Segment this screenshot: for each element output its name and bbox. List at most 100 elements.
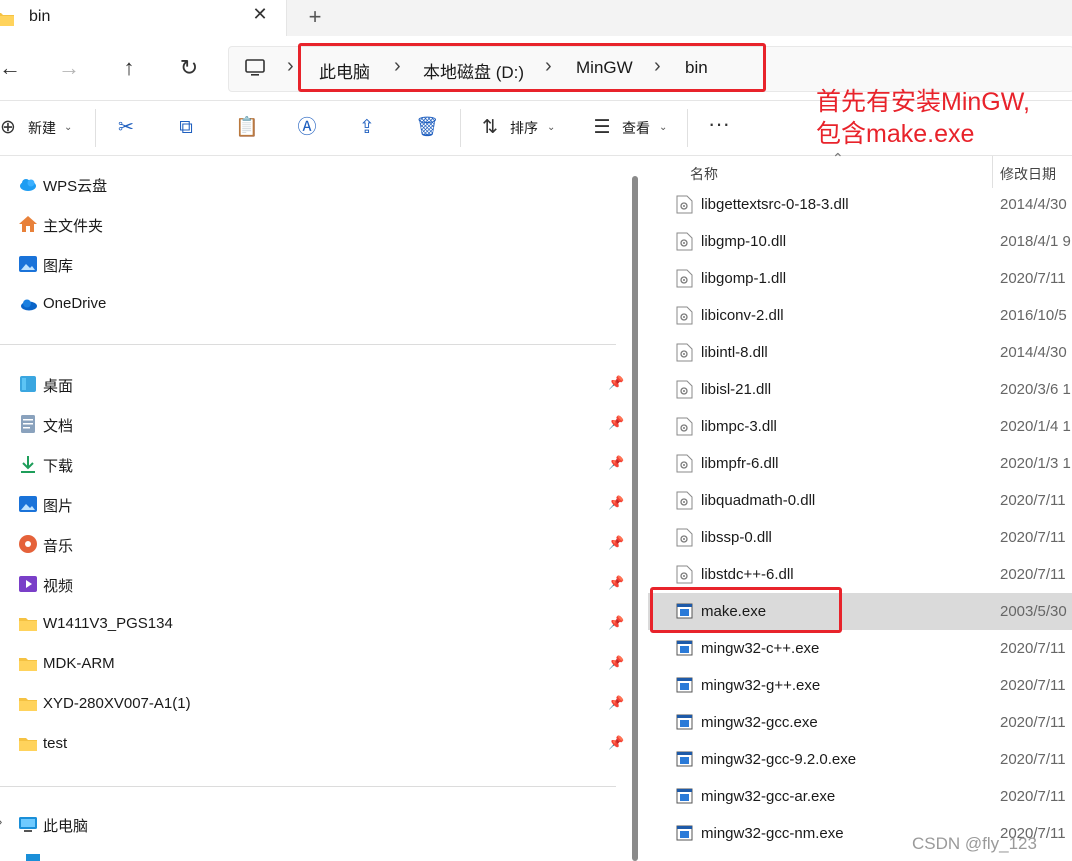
- sort-ascending-icon: ⌃: [832, 150, 844, 166]
- sidebar-item-desktop[interactable]: 桌面 📌: [0, 366, 630, 402]
- sidebar-item-label: MDK-ARM: [43, 655, 115, 672]
- sidebar-item-wps-cloud[interactable]: WPS云盘: [0, 166, 630, 202]
- column-header-date[interactable]: 修改日期: [1000, 164, 1056, 184]
- sort-button[interactable]: 排序: [510, 115, 538, 141]
- more-options-icon[interactable]: ···: [706, 111, 732, 137]
- file-row[interactable]: libmpc-3.dll 2020/1/4 1: [648, 408, 1072, 445]
- rename-icon[interactable]: Ⓐ: [294, 115, 320, 141]
- navigation-pane-scrollbar[interactable]: [632, 176, 638, 861]
- cut-icon[interactable]: ✂: [113, 115, 139, 141]
- sidebar-item-gallery[interactable]: 图库: [0, 246, 630, 282]
- toolbar-divider: [95, 109, 96, 147]
- view-icon[interactable]: ☰: [589, 115, 615, 141]
- expand-chevron-icon[interactable]: ›: [0, 814, 2, 829]
- sidebar-item-label: 图库: [43, 258, 74, 275]
- music-icon: [19, 535, 37, 553]
- new-plus-icon[interactable]: ⊕: [0, 115, 21, 141]
- file-row[interactable]: mingw32-gcc-ar.exe 2020/7/11: [648, 778, 1072, 815]
- pin-icon: 📌: [608, 375, 625, 390]
- sidebar-item-test[interactable]: test 📌: [0, 726, 630, 762]
- file-name: mingw32-g++.exe: [701, 677, 821, 694]
- exe-file-icon: [676, 714, 693, 730]
- home-icon: [19, 216, 37, 232]
- file-name: libstdc++-6.dll: [701, 566, 794, 583]
- sidebar-item-label: 主文件夹: [43, 218, 104, 235]
- watermark: CSDN @fly_123: [912, 834, 1037, 853]
- refresh-icon[interactable]: ↻: [173, 52, 205, 84]
- file-row[interactable]: libquadmath-0.dll 2020/7/11: [648, 482, 1072, 519]
- sidebar-item-label: OneDrive: [43, 295, 107, 312]
- file-name: libgmp-10.dll: [701, 233, 787, 250]
- paste-icon[interactable]: 📋: [234, 115, 260, 141]
- file-list: ⌃ 名称 修改日期 libgettextsrc-0-18-3.dll 2014/4…: [648, 150, 1072, 861]
- file-row[interactable]: libssp-0.dll 2020/7/11: [648, 519, 1072, 556]
- file-row[interactable]: mingw32-c++.exe 2020/7/11: [648, 630, 1072, 667]
- pin-icon: 📌: [608, 615, 625, 630]
- column-divider[interactable]: [992, 156, 993, 188]
- file-row[interactable]: libintl-8.dll 2014/4/30: [648, 334, 1072, 371]
- pin-icon: 📌: [608, 415, 625, 430]
- copy-icon[interactable]: ⧉: [173, 115, 199, 141]
- computer-icon: [19, 817, 37, 832]
- view-button[interactable]: 查看: [622, 115, 650, 141]
- sidebar-item-pictures[interactable]: 图片 📌: [0, 486, 630, 522]
- file-date: 2020/7/11: [1000, 677, 1066, 694]
- sidebar-item-label: test: [43, 735, 68, 752]
- file-date: 2020/7/11: [1000, 270, 1066, 287]
- up-arrow-icon[interactable]: ↑: [113, 52, 145, 84]
- sidebar-item-downloads[interactable]: 下载 📌: [0, 446, 630, 482]
- file-row[interactable]: libisl-21.dll 2020/3/6 1: [648, 371, 1072, 408]
- file-row[interactable]: libgettextsrc-0-18-3.dll 2014/4/30: [648, 186, 1072, 223]
- new-button[interactable]: 新建: [28, 115, 56, 141]
- file-name: libintl-8.dll: [701, 344, 768, 361]
- folder-icon: [19, 738, 37, 751]
- delete-icon[interactable]: 🗑: [414, 115, 440, 141]
- sidebar-item-documents[interactable]: 文档 📌: [0, 406, 630, 442]
- file-name: libisl-21.dll: [701, 381, 772, 398]
- sidebar-item-label: 下载: [43, 458, 74, 475]
- folder-icon: [19, 618, 37, 631]
- dll-file-icon: [676, 232, 693, 251]
- back-arrow-icon[interactable]: ←: [0, 52, 26, 84]
- sidebar-item-videos[interactable]: 视频 📌: [0, 566, 630, 602]
- folder-icon: [19, 698, 37, 711]
- sidebar-item-label: WPS云盘: [43, 178, 108, 195]
- cloud-icon: [20, 179, 36, 191]
- file-row[interactable]: libmpfr-6.dll 2020/1/3 1: [648, 445, 1072, 482]
- file-date: 2016/10/5: [1000, 307, 1067, 324]
- tab-bin[interactable]: bin ✕: [0, 0, 287, 36]
- new-tab-button[interactable]: +: [303, 4, 327, 30]
- title-bar: bin ✕ +: [0, 0, 1072, 36]
- file-name: libiconv-2.dll: [701, 307, 784, 324]
- dll-file-icon: [676, 380, 693, 399]
- sidebar-item-xyd[interactable]: XYD-280XV007-A1(1) 📌: [0, 686, 630, 722]
- close-tab-icon[interactable]: ✕: [248, 4, 272, 30]
- column-header-name[interactable]: 名称: [690, 164, 718, 184]
- sort-icon[interactable]: ⇅: [477, 115, 503, 141]
- annotation-line-1: 首先有安装MinGW,: [816, 88, 1030, 116]
- file-row[interactable]: libgomp-1.dll 2020/7/11: [648, 260, 1072, 297]
- pin-icon: 📌: [608, 695, 625, 710]
- sidebar-item-mdk-arm[interactable]: MDK-ARM 📌: [0, 646, 630, 682]
- file-row[interactable]: libgmp-10.dll 2018/4/1 9: [648, 223, 1072, 260]
- file-row[interactable]: libiconv-2.dll 2016/10/5: [648, 297, 1072, 334]
- file-row[interactable]: mingw32-g++.exe 2020/7/11: [648, 667, 1072, 704]
- file-date: 2014/4/30: [1000, 196, 1067, 213]
- share-icon[interactable]: ⇪: [354, 115, 380, 141]
- sidebar-item-w1411v3[interactable]: W1411V3_PGS134 📌: [0, 606, 630, 642]
- sidebar-item-home[interactable]: 主文件夹: [0, 206, 630, 242]
- pin-icon: 📌: [608, 735, 625, 750]
- file-row[interactable]: mingw32-gcc-9.2.0.exe 2020/7/11: [648, 741, 1072, 778]
- annotation-text: 首先有安装MinGW, 包含make.exe: [816, 86, 1066, 150]
- sidebar-item-music[interactable]: 音乐 📌: [0, 526, 630, 562]
- chevron-down-icon: ⌄: [547, 122, 556, 133]
- sidebar-item-this-pc[interactable]: › 此电脑: [0, 806, 630, 842]
- desktop-icon: [20, 376, 36, 392]
- exe-file-icon: [676, 825, 693, 841]
- forward-arrow-icon[interactable]: →: [53, 52, 85, 84]
- file-date: 2020/7/11: [1000, 714, 1066, 731]
- sidebar-item-label: 文档: [43, 418, 74, 435]
- file-row[interactable]: mingw32-gcc.exe 2020/7/11: [648, 704, 1072, 741]
- sidebar-item-label: 视频: [43, 578, 74, 595]
- sidebar-item-onedrive[interactable]: OneDrive: [0, 286, 630, 322]
